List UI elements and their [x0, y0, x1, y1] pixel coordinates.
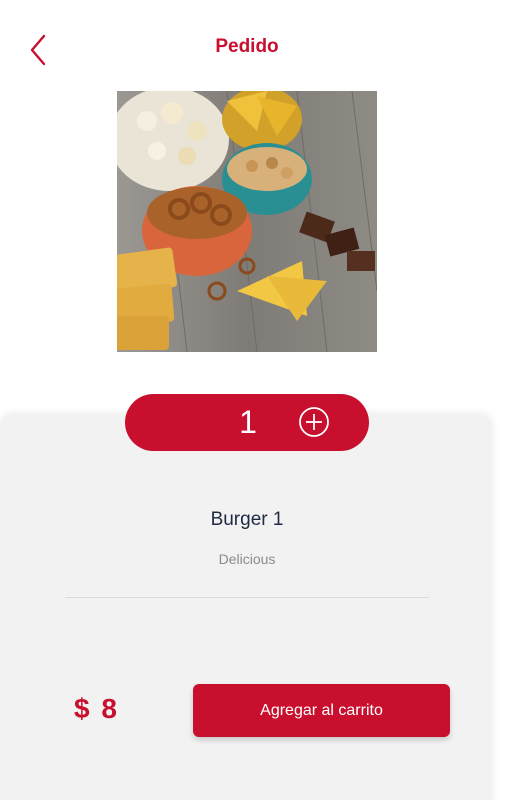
- increase-quantity-button[interactable]: [298, 406, 330, 438]
- product-price: $ 8: [74, 693, 119, 724]
- page-title: Pedido: [215, 36, 279, 57]
- product-name: Burger 1: [210, 509, 284, 530]
- product-card: [0, 415, 492, 800]
- quantity-value: 1: [239, 404, 257, 440]
- order-screen: Pedido 1 Burger 1 Delicious $ 8 Agregar …: [0, 0, 508, 800]
- product-description: Delicious: [218, 551, 276, 567]
- header: Pedido: [0, 0, 508, 96]
- divider: [65, 597, 429, 598]
- product-image: [117, 91, 377, 352]
- add-to-cart-button[interactable]: Agregar al carrito: [193, 684, 450, 737]
- plus-circle-icon: [299, 407, 329, 437]
